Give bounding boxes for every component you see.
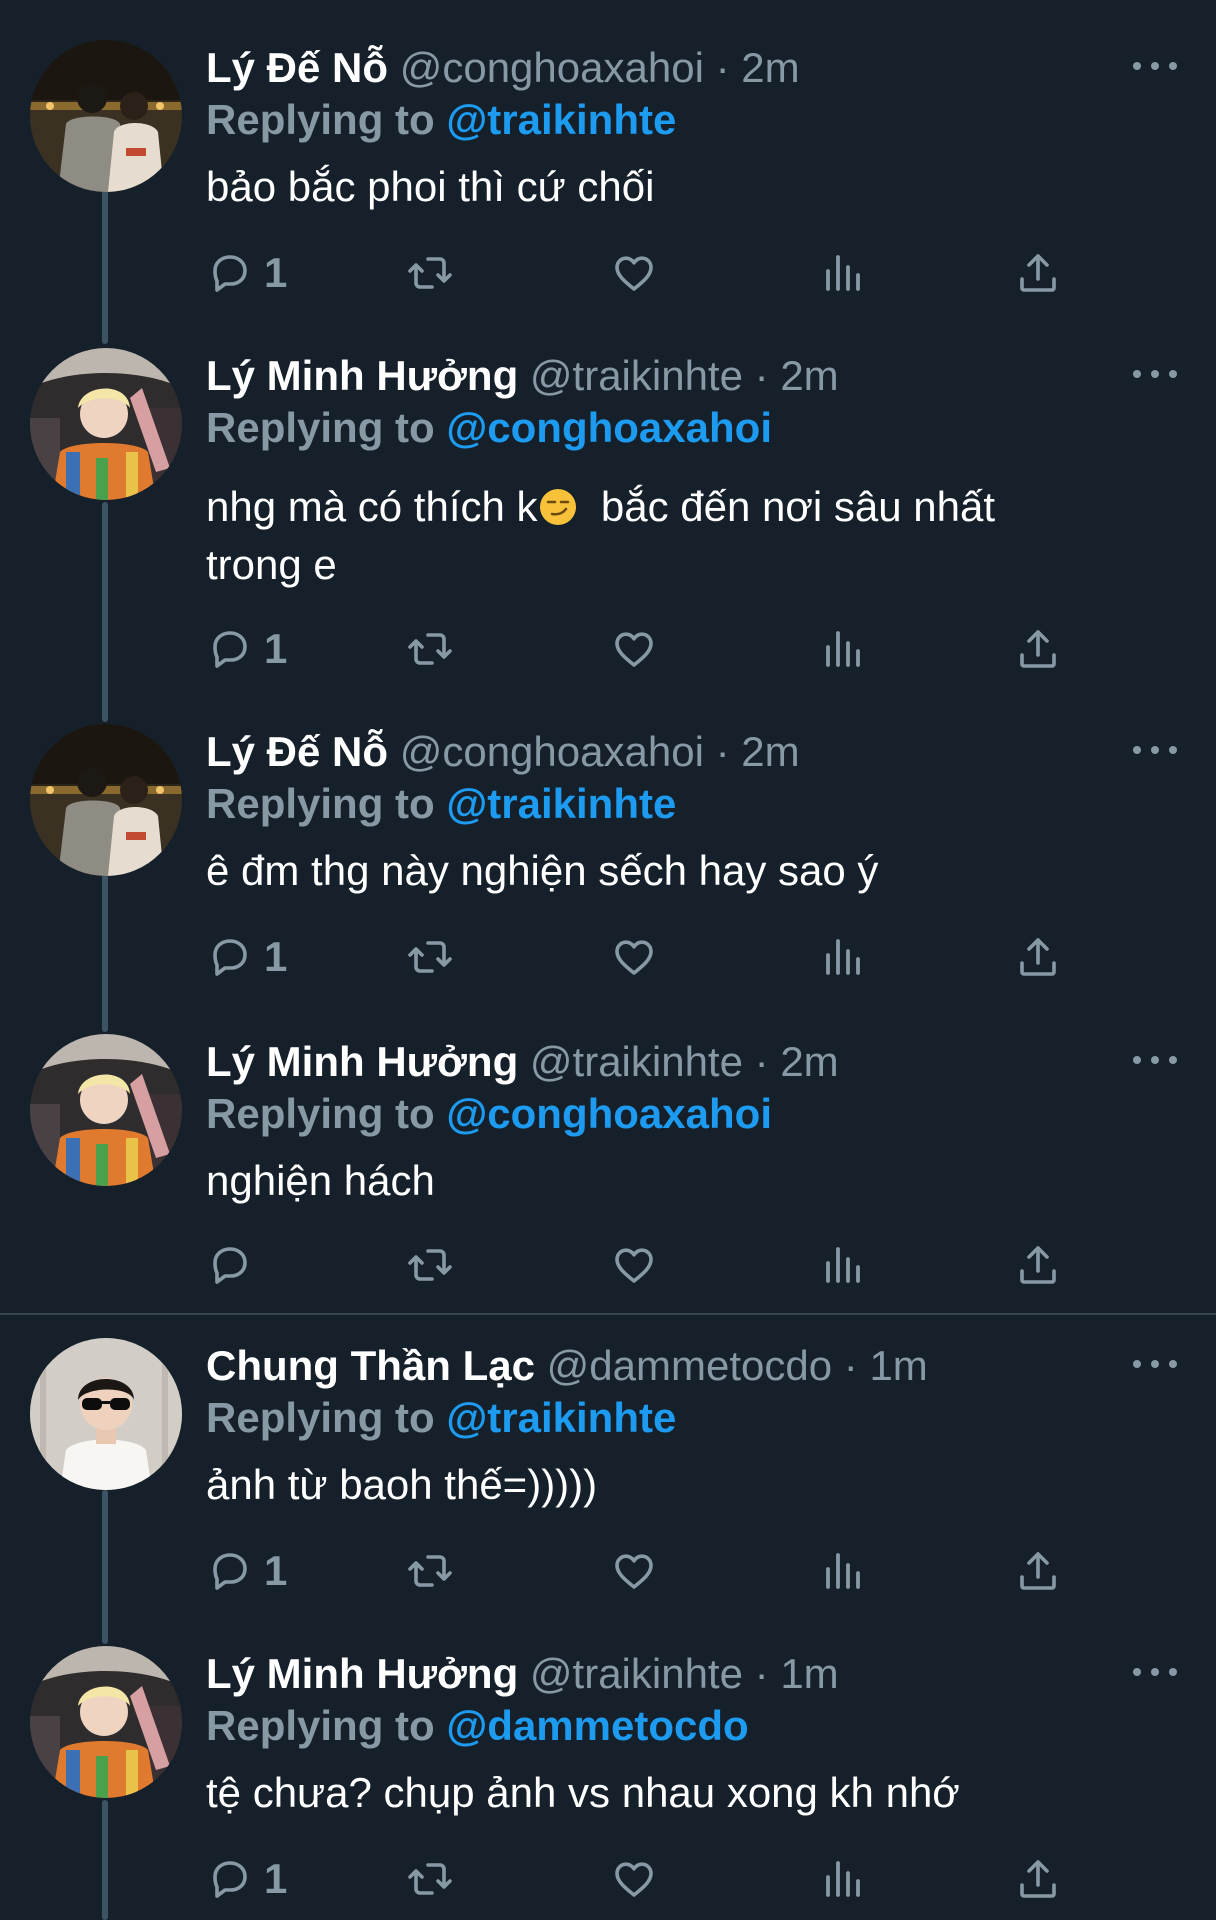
reply-count: 1	[264, 1855, 288, 1902]
display-name[interactable]: Lý Minh Hưởng	[206, 1650, 518, 1697]
tweet[interactable]: Lý Minh Hưởng @traikinhte · 1m Replying …	[0, 0, 1216, 1920]
replying-to-label: Replying to	[206, 1702, 435, 1749]
timestamp[interactable]: 1m	[780, 1650, 838, 1697]
avatar-image	[30, 1646, 182, 1798]
reply-icon	[206, 1855, 254, 1903]
tweet-text: tệ chưa? chụp ảnh vs nhau xong kh nhớ	[206, 1769, 960, 1816]
tweet-actions: 1	[206, 1852, 1106, 1906]
heart-icon	[610, 1855, 658, 1903]
separator-dot: ·	[754, 1650, 769, 1697]
more-icon[interactable]	[1133, 1650, 1177, 1694]
reply-thread: Lý Đế Nỗ @conghoaxahoi · 2m Replying to …	[0, 0, 1216, 1920]
avatar[interactable]	[30, 1646, 182, 1798]
replying-to: Replying to @dammetocdo	[206, 1700, 749, 1752]
reply-button[interactable]: 1	[206, 1852, 287, 1906]
views-icon	[818, 1855, 866, 1903]
reply-mention-link[interactable]: @dammetocdo	[446, 1702, 748, 1749]
retweet-button[interactable]	[406, 1852, 454, 1906]
thread-connector	[102, 1800, 108, 1920]
user-handle[interactable]: @traikinhte	[530, 1650, 743, 1697]
share-button[interactable]	[1014, 1852, 1062, 1906]
share-icon	[1014, 1855, 1062, 1903]
like-button[interactable]	[610, 1852, 658, 1906]
tweet-header: Lý Minh Hưởng @traikinhte · 1m	[206, 1648, 839, 1700]
views-button[interactable]	[818, 1852, 866, 1906]
retweet-icon	[406, 1855, 454, 1903]
